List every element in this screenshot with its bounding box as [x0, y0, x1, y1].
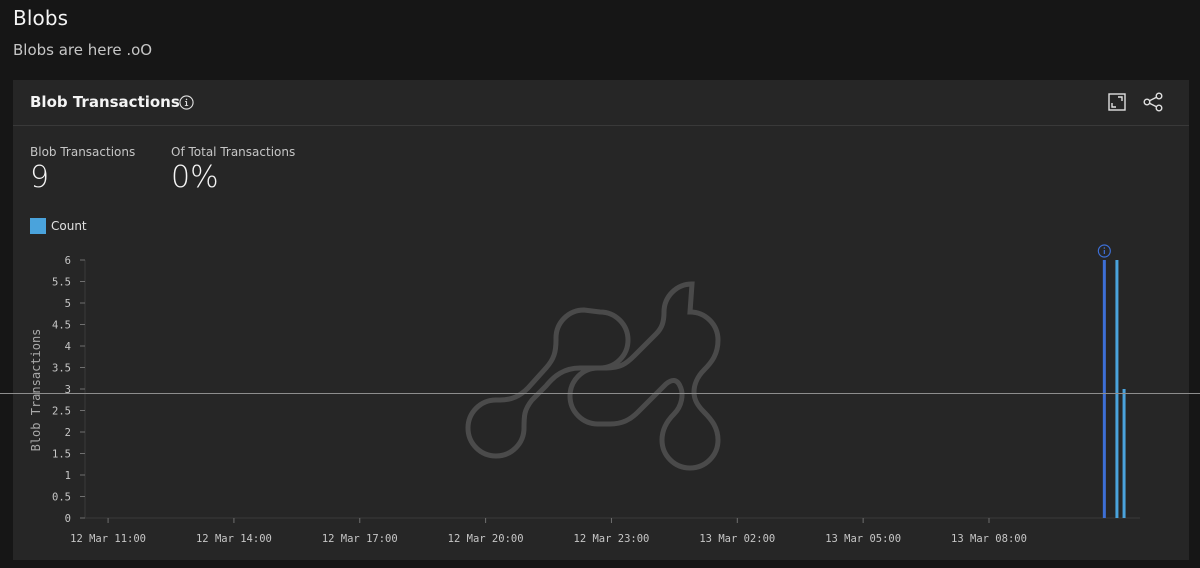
y-axis-title: Blob Transactions [29, 329, 43, 452]
bar [1122, 389, 1126, 518]
x-tick-label: 12 Mar 17:00 [322, 533, 398, 545]
y-tick-label: 3.5 [52, 363, 71, 375]
y-tick-label: 2.5 [52, 406, 71, 418]
x-tick-label: 12 Mar 23:00 [574, 533, 650, 545]
y-tick-label: 4 [65, 341, 71, 353]
x-tick-label: 13 Mar 08:00 [951, 533, 1027, 545]
y-tick-label: 0 [65, 513, 71, 525]
crosshair-line [0, 393, 1200, 394]
annotation-dot [1103, 247, 1106, 249]
y-tick-label: 5 [65, 298, 71, 310]
y-tick-label: 1.5 [52, 449, 71, 461]
x-tick-label: 13 Mar 05:00 [825, 533, 901, 545]
bar-annotation-info-icon[interactable] [1097, 244, 1111, 258]
bar-chart: 0 0.5 1 1.5 2 2.5 3 3.5 4 4.5 5 5.5 6 12 Mar 11:00 12 … [29, 244, 1140, 545]
y-tick-label: 5.5 [52, 277, 71, 289]
y-tick-label: 2 [65, 427, 71, 439]
bar [1115, 260, 1119, 518]
y-tick-label: 1 [65, 470, 71, 482]
x-tick-label: 13 Mar 02:00 [699, 533, 775, 545]
y-tick-label: 4.5 [52, 320, 71, 332]
y-tick-label: 3 [65, 384, 71, 396]
watermark-logo [465, 281, 721, 471]
y-tick-label: 6 [65, 255, 71, 267]
x-tick-label: 12 Mar 11:00 [70, 533, 146, 545]
watermark-left-link [465, 307, 631, 459]
bar [1102, 260, 1106, 518]
y-tick-label: 0.5 [52, 492, 71, 504]
x-tick-label: 12 Mar 20:00 [448, 533, 524, 545]
x-tick-label: 12 Mar 14:00 [196, 533, 272, 545]
